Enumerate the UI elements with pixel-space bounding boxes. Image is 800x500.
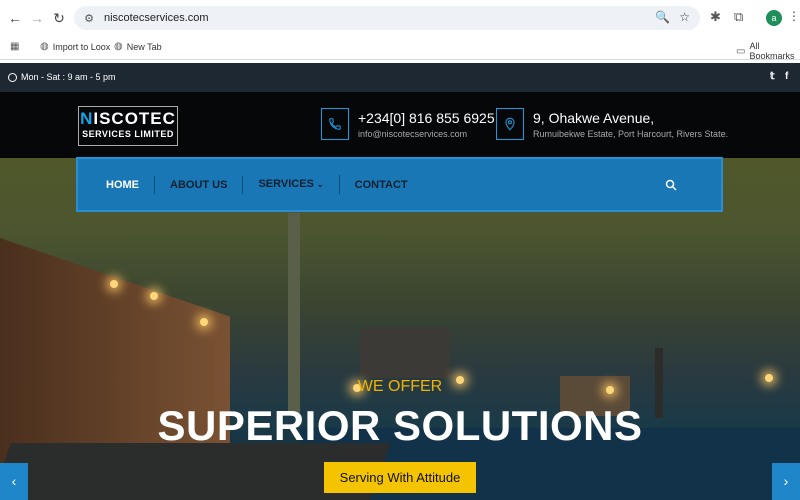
extension-icon[interactable]: ✱ (710, 9, 721, 25)
nav-about-us[interactable]: ABOUT US (155, 175, 244, 194)
email-address[interactable]: info@niscotecservices.com (358, 129, 467, 139)
address-bar[interactable]: ⚙ niscotecservices.com 🔍 ☆ (74, 6, 700, 30)
location-pin-icon (496, 108, 524, 140)
site-header: NISCOTEC SERVICES LIMITED +234[0] 816 85… (0, 92, 800, 158)
url-text[interactable]: niscotecservices.com (104, 12, 209, 24)
forward-icon[interactable]: → (26, 7, 48, 29)
hero-headline: SUPERIOR SOLUTIONS (157, 402, 643, 449)
ship-image (360, 328, 450, 378)
address-line2: Rumuibekwe Estate, Port Harcourt, Rivers… (533, 129, 729, 139)
company-logo[interactable]: NISCOTEC SERVICES LIMITED (78, 106, 178, 146)
globe-icon: ◍ (114, 41, 123, 52)
light-glow (150, 292, 158, 300)
bookmark-label: New Tab (126, 41, 162, 52)
all-bookmarks[interactable]: ▭ All Bookmarks (736, 41, 800, 61)
nav-services[interactable]: SERVICES ⌄ (243, 175, 340, 194)
bookmark-star-icon[interactable]: ☆ (679, 10, 690, 24)
nav-home[interactable]: HOME (78, 175, 155, 194)
slider-next-arrow-icon[interactable]: › (772, 463, 800, 500)
folder-icon: ▭ (736, 45, 746, 57)
back-icon[interactable]: ← (4, 7, 26, 29)
slider-prev-arrow-icon[interactable]: ‹ (0, 463, 28, 500)
zoom-icon[interactable]: 🔍 (655, 10, 670, 24)
search-icon[interactable] (665, 178, 677, 191)
nav-contact[interactable]: CONTACT (340, 176, 423, 194)
phone-icon (321, 108, 349, 140)
bookmarks-bar: ▦ ◍ Import to Loox ◍ New Tab ▭ All Bookm… (0, 36, 800, 61)
address-line1: 9, Ohakwe Avenue, (533, 110, 655, 126)
hours-text: Mon - Sat : 9 am - 5 pm (21, 72, 116, 82)
apps-icon[interactable]: ▦ (10, 41, 19, 52)
menu-icon[interactable]: ⋮ (788, 9, 800, 23)
reload-icon[interactable]: ↻ (48, 7, 70, 29)
site-settings-icon[interactable]: ⚙ (82, 11, 96, 25)
phone-number[interactable]: +234[0] 816 855 6925 (358, 110, 495, 126)
globe-icon: ◍ (40, 41, 49, 52)
all-bookmarks-label: All Bookmarks (749, 41, 795, 61)
cta-button[interactable]: Serving With Attitude (324, 462, 476, 493)
main-navigation: HOME ABOUT US SERVICES ⌄ CONTACT (76, 157, 723, 212)
browser-toolbar: ← → ↻ ⚙ niscotecservices.com 🔍 ☆ ✱ ⧉ a ⋮ (0, 0, 800, 36)
nav-services-label: SERVICES (258, 178, 314, 190)
twitter-icon[interactable]: 𝕥 (770, 71, 775, 82)
bookmark-import-to-loox[interactable]: ◍ Import to Loox (40, 41, 110, 52)
hero-kicker: WE OFFER (357, 378, 443, 395)
facebook-icon[interactable]: f (785, 71, 788, 82)
chevron-down-icon: ⌄ (316, 180, 324, 189)
light-glow (110, 280, 118, 288)
clock-icon (8, 72, 17, 82)
site-topbar: Mon - Sat : 9 am - 5 pm 𝕥 f (0, 63, 800, 92)
light-glow (200, 318, 208, 326)
bookmark-new-tab[interactable]: ◍ New Tab (114, 41, 162, 52)
bookmark-label: Import to Loox (52, 41, 111, 52)
opening-hours: Mon - Sat : 9 am - 5 pm (8, 72, 116, 82)
profile-avatar[interactable]: a (766, 10, 782, 26)
extensions-puzzle-icon[interactable]: ⧉ (734, 9, 743, 25)
